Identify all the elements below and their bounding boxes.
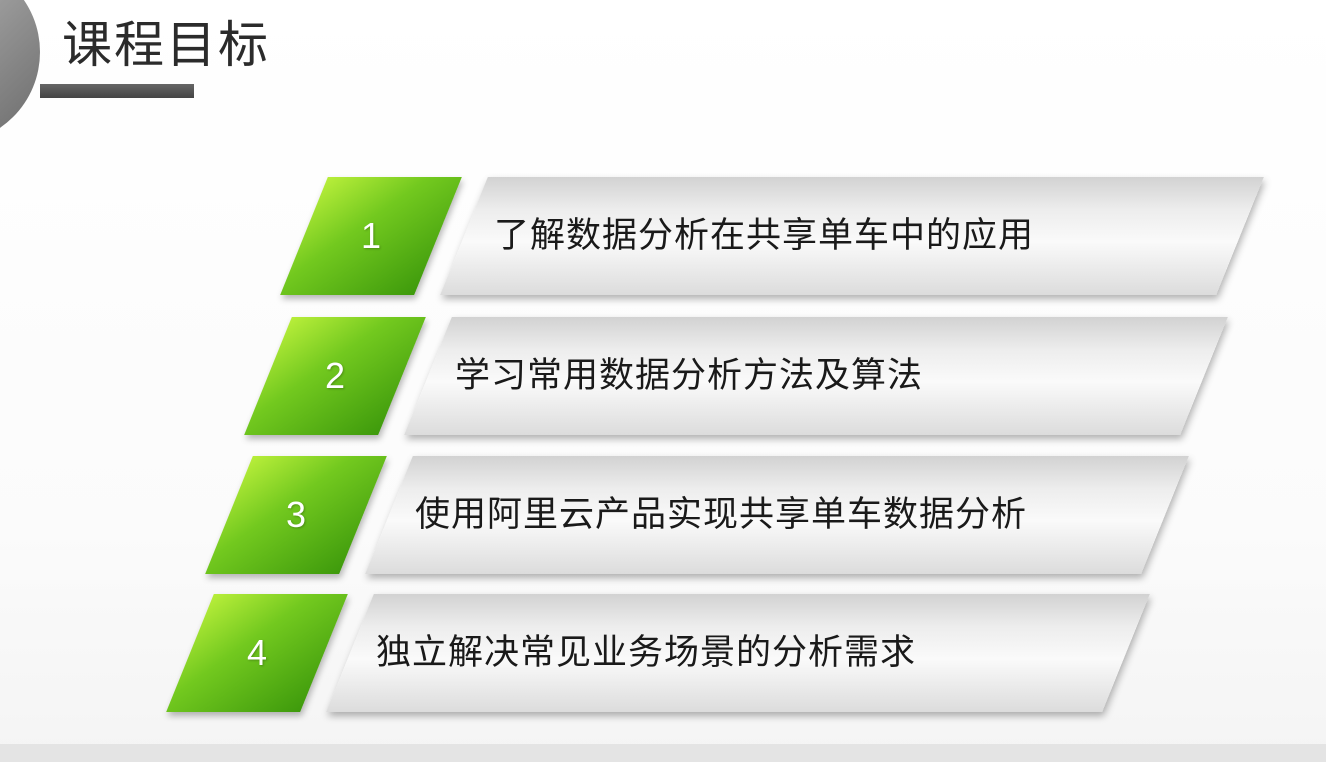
goal-number: 4 (246, 632, 268, 673)
goal-number: 2 (324, 355, 346, 396)
bottom-bar (0, 744, 1326, 762)
goal-text: 使用阿里云产品实现共享单车数据分析 (415, 495, 1028, 535)
goal-item: 4 独立解决常见业务场景的分析需求 (0, 594, 1326, 712)
goal-list: 1 了解数据分析在共享单车中的应用 2 学习常用数据分析方法及算法 3 使用阿里… (0, 0, 1326, 762)
goal-item: 3 使用阿里云产品实现共享单车数据分析 (0, 456, 1326, 574)
goal-item: 1 了解数据分析在共享单车中的应用 (0, 177, 1326, 295)
goal-text: 学习常用数据分析方法及算法 (455, 356, 924, 396)
goal-number: 3 (285, 494, 307, 535)
slide: 课程目标 1 了解数据分析在共享单车中的应用 2 学习常用数据分析方法及算法 3… (0, 0, 1326, 762)
goal-text: 独立解决常见业务场景的分析需求 (376, 633, 917, 673)
goal-number: 1 (360, 215, 382, 256)
goal-text: 了解数据分析在共享单车中的应用 (494, 216, 1035, 256)
goal-item: 2 学习常用数据分析方法及算法 (0, 317, 1326, 435)
